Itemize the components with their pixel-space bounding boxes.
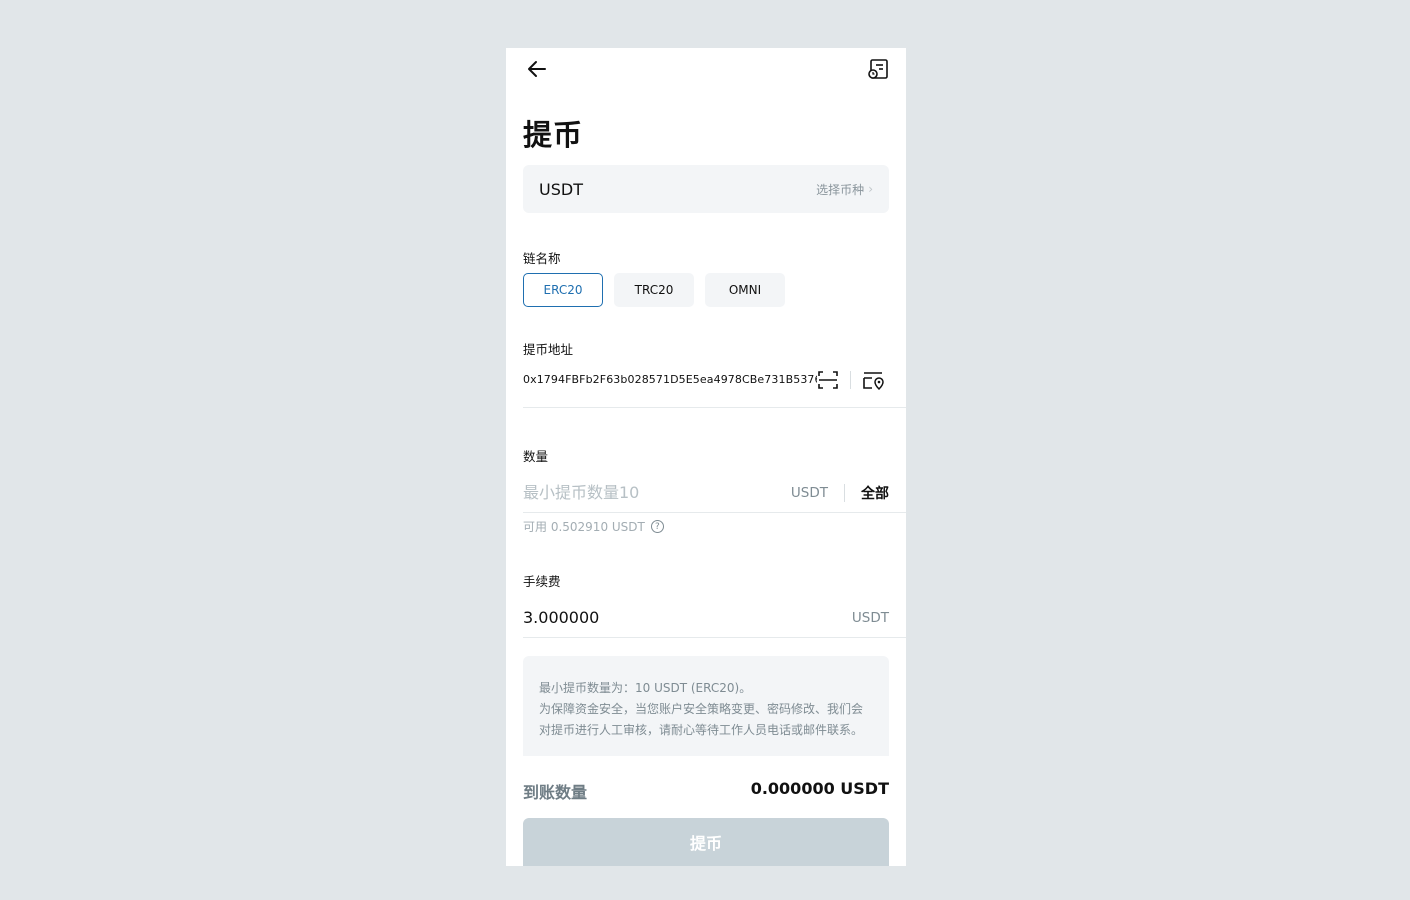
- back-button[interactable]: [523, 55, 551, 83]
- address-field[interactable]: 0x1794FBFb2F63b028571D5E5ea4978CBe731B53…: [523, 366, 906, 408]
- address-label: 提币地址: [523, 342, 574, 357]
- available-balance: 可用 0.502910 USDT ?: [523, 518, 664, 535]
- fee-label: 手续费: [523, 574, 561, 589]
- address-value[interactable]: 0x1794FBFb2F63b028571D5E5ea4978CBe731B53…: [523, 373, 817, 386]
- receive-label: 到账数量: [523, 783, 588, 802]
- withdraw-submit-button[interactable]: 提币: [523, 818, 889, 866]
- chain-option-trc20[interactable]: TRC20: [614, 273, 694, 307]
- arrow-left-icon: [528, 61, 546, 77]
- fee-value: 3.000000: [523, 608, 600, 627]
- coin-value: USDT: [539, 179, 583, 199]
- record-icon: [868, 59, 888, 79]
- divider: [850, 371, 851, 389]
- available-text: 可用 0.502910 USDT: [523, 520, 645, 534]
- fee-field: 3.000000 USDT: [523, 598, 906, 638]
- address-book-icon[interactable]: [862, 369, 886, 391]
- quantity-label: 数量: [523, 449, 549, 464]
- fee-unit: USDT: [851, 609, 889, 626]
- quantity-field: USDT 全部: [523, 473, 906, 513]
- notice-line-2: 为保障资金安全，当您账户安全策略变更、密码修改、我们会对提币进行人工审核，请耐心…: [539, 702, 864, 737]
- withdraw-history-button[interactable]: [864, 55, 892, 83]
- receive-value: 0.000000 USDT: [750, 779, 889, 798]
- quantity-input[interactable]: [523, 483, 791, 502]
- chain-option-omni[interactable]: OMNI: [705, 273, 785, 307]
- coin-selector[interactable]: USDT 选择币种 ›: [523, 165, 889, 213]
- chevron-right-icon: ›: [868, 182, 873, 196]
- divider: [844, 483, 845, 502]
- chain-label: 链名称: [523, 251, 561, 266]
- withdraw-notice: 最小提币数量为：10 USDT (ERC20)。 为保障资金安全，当您账户安全策…: [523, 656, 889, 756]
- withdraw-screen: 提币 USDT 选择币种 › 链名称 ERC20 TRC20 OMNI 提币地址…: [506, 48, 906, 866]
- chain-selector: ERC20 TRC20 OMNI: [523, 273, 785, 307]
- help-icon[interactable]: ?: [650, 520, 664, 533]
- quantity-unit: USDT: [790, 484, 828, 501]
- chain-option-erc20[interactable]: ERC20: [523, 273, 603, 307]
- page-title: 提币: [523, 118, 584, 152]
- select-coin-hint: 选择币种: [816, 182, 865, 197]
- all-button[interactable]: 全部: [861, 483, 889, 503]
- notice-line-1: 最小提币数量为：10 USDT (ERC20)。: [539, 681, 752, 695]
- scan-icon[interactable]: [817, 369, 839, 391]
